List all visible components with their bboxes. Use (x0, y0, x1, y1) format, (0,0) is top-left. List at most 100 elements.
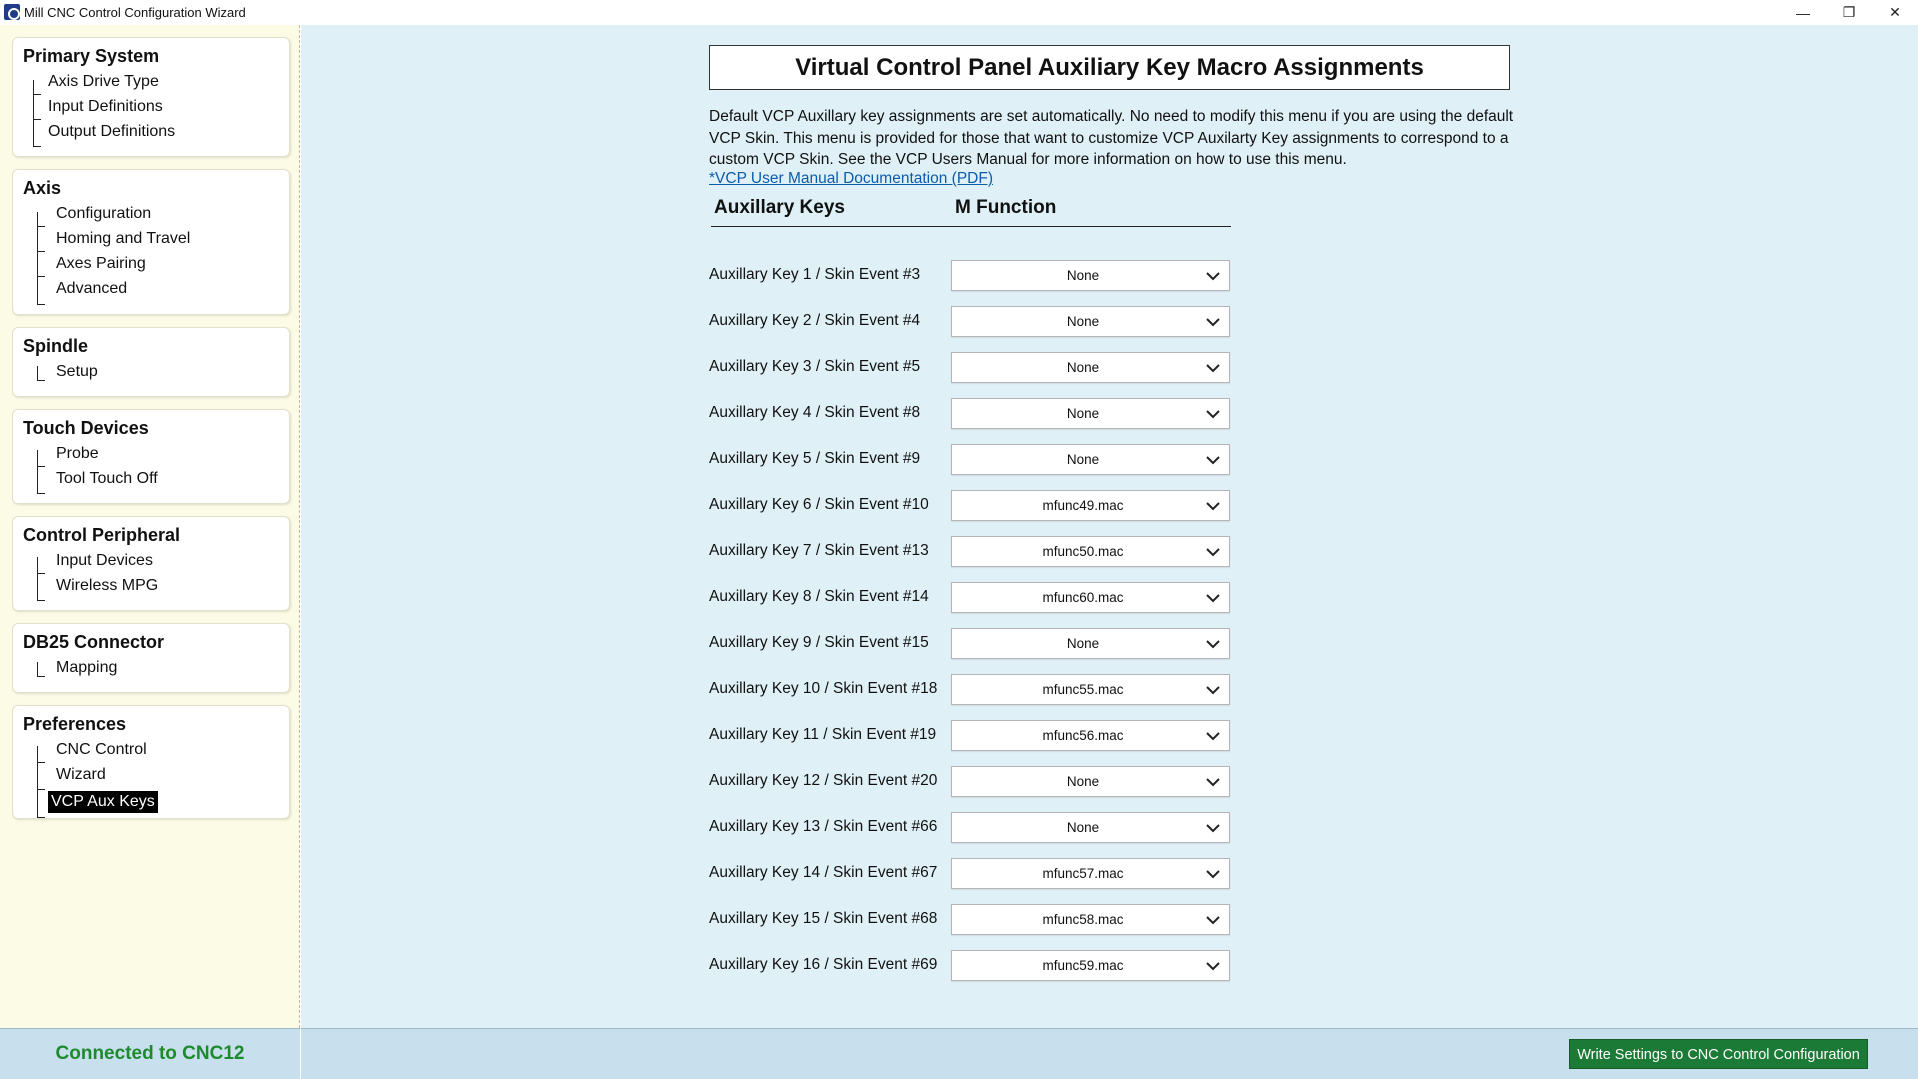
sidebar-item-axes-pairing[interactable]: Axes Pairing (53, 253, 149, 275)
m-function-dropdown[interactable]: mfunc58.mac (951, 904, 1230, 935)
aux-key-label: Auxillary Key 4 / Skin Event #8 (709, 404, 921, 421)
sidebar-item-input-definitions[interactable]: Input Definitions (45, 96, 166, 118)
aux-key-label: Auxillary Key 6 / Skin Event #10 (709, 496, 929, 513)
column-header-m-function: M Function (955, 197, 1057, 218)
m-function-dropdown[interactable]: None (951, 812, 1230, 843)
aux-key-label: Auxillary Key 8 / Skin Event #14 (709, 588, 929, 605)
sidebar-item-probe[interactable]: Probe (53, 443, 102, 465)
tree-connector (37, 251, 45, 252)
dropdown-selected-value: None (1066, 314, 1100, 329)
tree-connector (37, 762, 45, 763)
chevron-down-icon (1206, 410, 1220, 419)
sidebar-item-wizard[interactable]: Wizard (53, 764, 109, 786)
tree-connector (37, 493, 45, 494)
sidebar-item-vcp-aux-keys[interactable]: VCP Aux Keys (48, 791, 158, 813)
m-function-dropdown[interactable]: None (951, 398, 1230, 429)
status-bar-right: Write Settings to CNC Control Configurat… (301, 1028, 1918, 1079)
nav-group-touch-devices: Touch Devices Probe Tool Touch Off (12, 409, 290, 504)
aux-key-label: Auxillary Key 2 / Skin Event #4 (709, 312, 921, 329)
chevron-down-icon (1206, 318, 1220, 327)
tree-connector (37, 366, 38, 380)
tree-connector (37, 557, 38, 601)
nav-group-title: DB25 Connector (23, 632, 165, 652)
m-function-dropdown[interactable]: None (951, 306, 1230, 337)
dropdown-selected-value: mfunc50.mac (1042, 544, 1124, 559)
sidebar-item-input-devices[interactable]: Input Devices (53, 550, 156, 572)
window-title: Mill CNC Control Configuration Wizard (24, 5, 246, 20)
sidebar-item-tool-touch-off[interactable]: Tool Touch Off (53, 468, 161, 490)
app-icon (4, 4, 20, 20)
close-button[interactable]: ✕ (1872, 0, 1918, 25)
m-function-dropdown[interactable]: None (951, 260, 1230, 291)
m-function-dropdown[interactable]: mfunc60.mac (951, 582, 1230, 613)
write-settings-button[interactable]: Write Settings to CNC Control Configurat… (1569, 1039, 1868, 1069)
m-function-dropdown[interactable]: mfunc55.mac (951, 674, 1230, 705)
dropdown-selected-value: mfunc60.mac (1042, 590, 1124, 605)
aux-key-label: Auxillary Key 5 / Skin Event #9 (709, 450, 921, 467)
m-function-dropdown[interactable]: None (951, 444, 1230, 475)
aux-key-label: Auxillary Key 14 / Skin Event #67 (709, 864, 938, 881)
minimize-button[interactable]: — (1780, 0, 1826, 25)
status-bar-left: Connected to CNC12 (0, 1028, 300, 1079)
documentation-link[interactable]: *VCP User Manual Documentation (PDF) (709, 170, 993, 188)
m-function-dropdown[interactable]: None (951, 766, 1230, 797)
sidebar-item-axis-drive-type[interactable]: Axis Drive Type (45, 71, 162, 93)
m-function-dropdown[interactable]: None (951, 352, 1230, 383)
chevron-down-icon (1206, 502, 1220, 511)
sidebar-item-wireless-mpg[interactable]: Wireless MPG (53, 575, 161, 597)
dropdown-selected-value: None (1066, 406, 1100, 421)
m-function-dropdown[interactable]: mfunc56.mac (951, 720, 1230, 751)
nav-group-title: Spindle (23, 336, 89, 356)
dropdown-selected-value: None (1066, 268, 1100, 283)
sidebar-item-configuration[interactable]: Configuration (53, 203, 154, 225)
chevron-down-icon (1206, 962, 1220, 971)
sidebar-item-setup[interactable]: Setup (53, 361, 101, 383)
sidebar-nav: Primary System Axis Drive Type Input Def… (0, 25, 300, 1028)
tree-connector (37, 276, 45, 277)
aux-key-label: Auxillary Key 1 / Skin Event #3 (709, 266, 921, 283)
nav-group-control-peripheral: Control Peripheral Input Devices Wireles… (12, 516, 290, 611)
tree-connector (37, 450, 38, 494)
chevron-down-icon (1206, 686, 1220, 695)
chevron-down-icon (1206, 456, 1220, 465)
tree-connector (37, 817, 45, 818)
nav-group-title: Touch Devices (23, 418, 149, 438)
sidebar-item-homing-and-travel[interactable]: Homing and Travel (53, 228, 193, 250)
m-function-dropdown[interactable]: mfunc59.mac (951, 950, 1230, 981)
chevron-down-icon (1206, 824, 1220, 833)
window-title-bar: Mill CNC Control Configuration Wizard — … (0, 0, 1918, 25)
maximize-button[interactable]: ❐ (1826, 0, 1872, 25)
m-function-dropdown[interactable]: mfunc50.mac (951, 536, 1230, 567)
sidebar-item-output-definitions[interactable]: Output Definitions (45, 121, 178, 143)
aux-key-label: Auxillary Key 16 / Skin Event #69 (709, 956, 938, 973)
dropdown-selected-value: None (1066, 452, 1100, 467)
aux-key-label: Auxillary Key 9 / Skin Event #15 (709, 634, 929, 651)
sidebar-item-mapping[interactable]: Mapping (53, 657, 120, 679)
m-function-dropdown[interactable]: mfunc49.mac (951, 490, 1230, 521)
aux-key-label: Auxillary Key 10 / Skin Event #18 (709, 680, 938, 697)
chevron-down-icon (1206, 548, 1220, 557)
chevron-down-icon (1206, 732, 1220, 741)
m-function-dropdown[interactable]: None (951, 628, 1230, 659)
aux-key-label: Auxillary Key 11 / Skin Event #19 (709, 726, 937, 743)
tree-connector (33, 94, 41, 95)
aux-key-label: Auxillary Key 12 / Skin Event #20 (709, 772, 938, 789)
dropdown-selected-value: None (1066, 820, 1100, 835)
sidebar-item-advanced[interactable]: Advanced (53, 278, 130, 300)
nav-group-axis: Axis Configuration Homing and Travel Axe… (12, 169, 290, 315)
sidebar-item-cnc-control[interactable]: CNC Control (53, 739, 150, 761)
tree-connector (37, 600, 45, 601)
aux-key-label: Auxillary Key 7 / Skin Event #13 (709, 542, 929, 559)
dropdown-selected-value: mfunc49.mac (1042, 498, 1124, 513)
tree-connector (37, 304, 45, 305)
tree-connector (33, 146, 41, 147)
tree-connector (37, 226, 45, 227)
nav-group-title: Axis (23, 178, 62, 198)
m-function-dropdown[interactable]: mfunc57.mac (951, 858, 1230, 889)
chevron-down-icon (1206, 272, 1220, 281)
nav-group-primary-system: Primary System Axis Drive Type Input Def… (12, 37, 290, 157)
connection-status: Connected to CNC12 (55, 1043, 245, 1064)
aux-key-label: Auxillary Key 13 / Skin Event #66 (709, 818, 938, 835)
chevron-down-icon (1206, 870, 1220, 879)
chevron-down-icon (1206, 778, 1220, 787)
